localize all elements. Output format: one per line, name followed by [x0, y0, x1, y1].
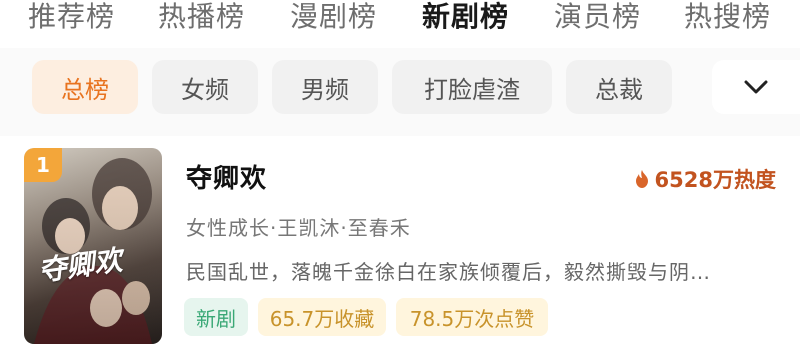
filter-chip-all[interactable]: 总榜	[32, 60, 138, 114]
favorites-badge: 65.7万收藏	[258, 298, 386, 336]
heat-indicator: 6528万热度	[635, 164, 776, 194]
flame-icon	[635, 170, 648, 188]
tab-comic-drama[interactable]: 漫剧榜	[290, 0, 377, 34]
chevron-down-icon	[744, 80, 768, 94]
filter-chip-female[interactable]: 女频	[152, 60, 258, 114]
tab-new-drama[interactable]: 新剧榜	[422, 0, 509, 34]
expand-filters-button[interactable]	[712, 60, 800, 114]
filter-bar: 总榜 女频 男频 打脸虐渣 总裁	[0, 48, 800, 136]
likes-badge: 78.5万次点赞	[396, 298, 548, 336]
drama-card[interactable]: 夺卿欢 1 夺卿欢 6528万热度 女性成长·王凯沐·至春禾 民国乱世，落魄千金…	[0, 136, 800, 364]
tab-recommend[interactable]: 推荐榜	[28, 0, 115, 34]
drama-poster[interactable]: 夺卿欢 1	[24, 148, 162, 344]
rank-tabs: 推荐榜 热播榜 漫剧榜 新剧榜 演员榜 热搜榜	[0, 0, 800, 46]
drama-description: 民国乱世，落魄千金徐白在家族倾覆后，毅然撕毁与阴…	[186, 260, 711, 284]
heat-value: 6528万热度	[654, 168, 776, 192]
tab-hot-search[interactable]: 热搜榜	[684, 0, 771, 34]
tab-actor[interactable]: 演员榜	[554, 0, 641, 34]
filter-chip-revenge[interactable]: 打脸虐渣	[392, 60, 552, 114]
rank-badge: 1	[24, 148, 62, 182]
drama-title[interactable]: 夺卿欢	[186, 158, 267, 195]
filter-chip-ceo[interactable]: 总裁	[566, 60, 672, 114]
tab-hot-play[interactable]: 热播榜	[158, 0, 245, 34]
new-drama-badge: 新剧	[184, 298, 248, 336]
filter-chip-male[interactable]: 男频	[272, 60, 378, 114]
drama-tags: 女性成长·王凯沐·至春禾	[186, 216, 411, 240]
